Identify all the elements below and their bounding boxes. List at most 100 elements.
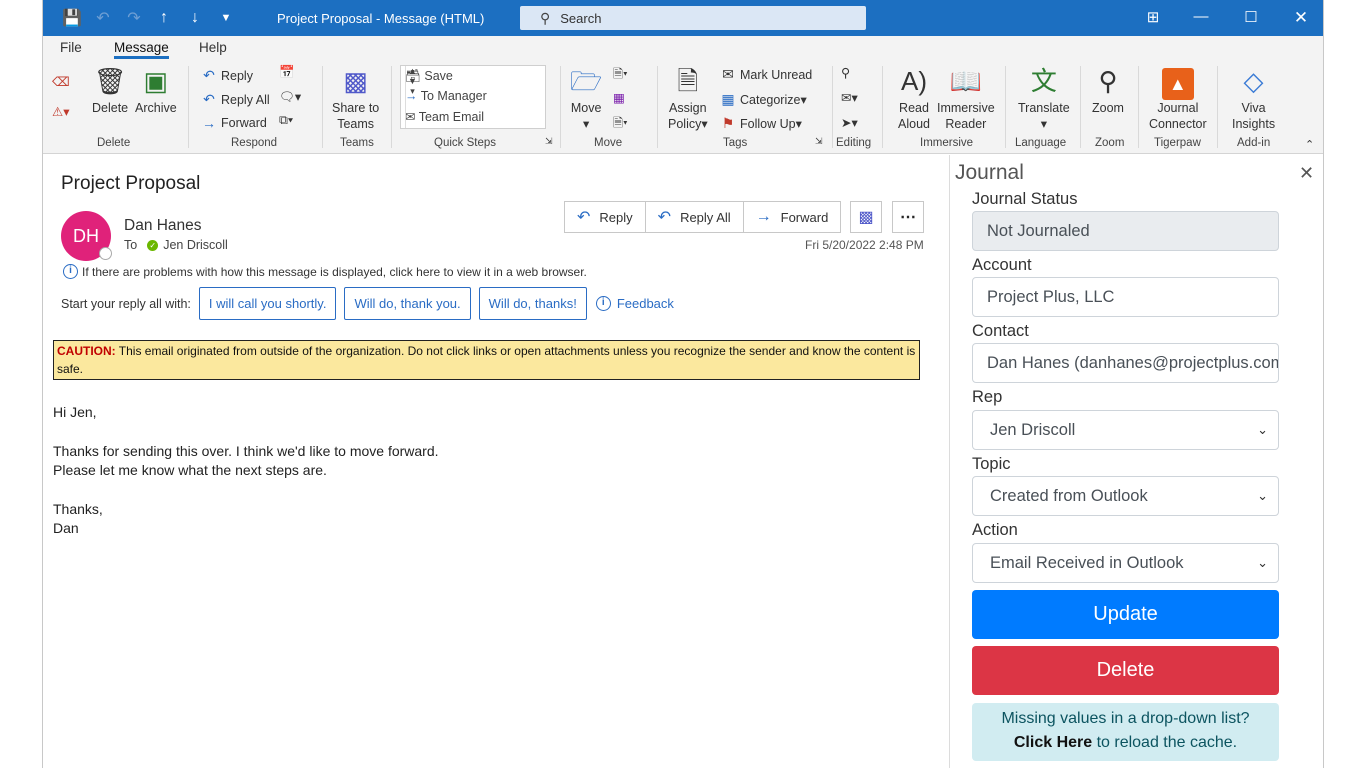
rep-label: Rep xyxy=(972,388,1003,406)
select-icon[interactable]: ➤▾ xyxy=(841,115,858,130)
group-label-tigerpaw: Tigerpaw xyxy=(1154,137,1201,149)
update-button[interactable]: Update xyxy=(972,590,1279,639)
immersive-reader-button[interactable]: 📖 Immersive Reader xyxy=(937,64,995,132)
sender-name[interactable]: Dan Hanes xyxy=(124,217,202,235)
tab-help[interactable]: Help xyxy=(199,40,227,55)
more-respond-icon[interactable]: ⧉▾ xyxy=(279,113,293,128)
suggested-reply-2[interactable]: Will do, thank you. xyxy=(344,287,471,320)
move-button[interactable]: 🗁 Move ▾ xyxy=(570,64,602,132)
group-label-tags: Tags xyxy=(723,137,748,149)
collapse-ribbon-icon[interactable]: ⌃ xyxy=(1305,138,1314,151)
topic-select[interactable]: Created from Outlook ⌄ xyxy=(972,476,1279,516)
forward-button[interactable]: → Forward xyxy=(200,115,267,131)
ignore-icon[interactable]: ⌫ xyxy=(52,74,70,89)
cache-message-rest: to reload the cache. xyxy=(1092,734,1238,751)
reply-action-button[interactable]: ↶ Reply xyxy=(565,202,646,232)
body-line xyxy=(53,422,439,441)
ribbon-tabs: File Message Help xyxy=(43,36,1323,60)
reload-cache-link[interactable]: Click Here xyxy=(1014,734,1092,751)
rules-icon[interactable]: 🗎▾ xyxy=(613,65,628,86)
suggested-reply-3[interactable]: Will do, thanks! xyxy=(478,287,587,320)
feedback-link[interactable]: i Feedback xyxy=(595,296,674,311)
undo-icon[interactable]: ↶ xyxy=(91,7,115,29)
junk-icon[interactable]: ⚠▾ xyxy=(52,104,69,119)
teams-icon: ▩ xyxy=(343,66,368,96)
display-info-bar[interactable]: i If there are problems with how this me… xyxy=(63,264,587,279)
body-line: Thanks for sending this over. I think we… xyxy=(53,442,439,459)
actions-icon[interactable]: 🗎▾ xyxy=(613,114,628,135)
topic-label: Topic xyxy=(972,455,1011,473)
recipient-line: To ✓ Jen Driscoll xyxy=(124,238,228,252)
immersive-reader-icon: 📖 xyxy=(949,66,983,96)
reply-all-icon: ↶ xyxy=(203,91,215,107)
body-line: Please let me know what the next steps a… xyxy=(53,462,327,479)
recipient-name[interactable]: Jen Driscoll xyxy=(163,238,228,252)
ribbon-display-options-icon[interactable]: ⊞ xyxy=(1138,8,1168,28)
ellipsis-icon: ⋯ xyxy=(900,209,916,226)
journal-connector-button[interactable]: ▲ Journal Connector xyxy=(1149,64,1207,132)
group-label-addin: Add-in xyxy=(1237,137,1271,149)
move-folder-icon: 🗁 xyxy=(570,66,603,96)
reply-all-action-button[interactable]: ↶ Reply All xyxy=(646,202,744,232)
contact-field[interactable]: Dan Hanes (danhanes@projectplus.com) xyxy=(972,343,1279,383)
journal-addin-pane: Journal ✕ Journal Status Not Journaled A… xyxy=(949,155,1323,768)
viva-insights-button[interactable]: ◇ Viva Insights xyxy=(1232,64,1275,132)
delete-button[interactable]: 🗑 Delete xyxy=(92,64,128,116)
save-icon[interactable]: 💾 xyxy=(60,7,84,29)
tigerpaw-icon: ▲ xyxy=(1149,64,1207,100)
translate-button[interactable]: 文 Translate ▾ xyxy=(1018,64,1070,132)
body-line: Thanks, xyxy=(53,501,103,518)
dialog-launcher-icon[interactable]: ⇲ xyxy=(545,136,553,147)
im-reply-icon[interactable]: 🗨▾ xyxy=(279,89,301,105)
window-title: Project Proposal - Message (HTML) xyxy=(277,11,485,26)
share-to-teams-button[interactable]: ▩ Share to Teams xyxy=(332,64,379,132)
reply-button[interactable]: ↶ Reply xyxy=(200,67,253,84)
quick-steps-gallery[interactable]: 🗃 Save → To Manager ✉ Team Email ▲ ▼ ▾ xyxy=(400,65,546,129)
onenote-icon[interactable]: ▦ xyxy=(613,90,625,105)
archive-button[interactable]: ▣ Archive xyxy=(135,64,177,116)
quick-steps-scroll[interactable]: ▲ ▼ ▾ xyxy=(405,66,419,128)
message-datetime: Fri 5/20/2022 2:48 PM xyxy=(805,238,924,252)
redo-icon[interactable]: ↷ xyxy=(122,7,146,29)
maximize-icon[interactable]: ☐ xyxy=(1236,8,1266,28)
follow-up-button[interactable]: ⚑ Follow Up ▾ xyxy=(719,115,802,132)
forward-action-button[interactable]: → Forward xyxy=(744,202,841,232)
policy-icon: 🗎 xyxy=(677,66,699,96)
forward-icon: → xyxy=(755,208,772,225)
account-field[interactable]: Project Plus, LLC xyxy=(972,277,1279,317)
mark-unread-button[interactable]: ✉ Mark Unread xyxy=(719,66,812,83)
rep-select[interactable]: Jen Driscoll ⌄ xyxy=(972,410,1279,450)
action-select[interactable]: Email Received in Outlook ⌄ xyxy=(972,543,1279,583)
close-window-icon[interactable]: ✕ xyxy=(1286,8,1316,28)
meeting-icon[interactable]: 📅 xyxy=(279,65,295,80)
tags-dialog-launcher-icon[interactable]: ⇲ xyxy=(815,136,823,147)
read-aloud-button[interactable]: A) Read Aloud xyxy=(898,64,930,132)
separator xyxy=(832,66,833,148)
previous-item-icon[interactable]: ↑ xyxy=(152,7,176,29)
categorize-button[interactable]: ▦ Categorize ▾ xyxy=(719,91,806,108)
minimize-icon[interactable]: — xyxy=(1186,8,1216,28)
delete-journal-button[interactable]: Delete xyxy=(972,646,1279,695)
zoom-button[interactable]: ⚲ Zoom xyxy=(1092,64,1124,116)
reply-icon: ↶ xyxy=(577,209,591,226)
related-icon[interactable]: ✉▾ xyxy=(841,90,858,105)
search-icon: ⚲ xyxy=(540,9,551,26)
next-item-icon[interactable]: ↓ xyxy=(183,7,207,29)
teams-chat-button[interactable]: ▩ xyxy=(850,201,882,233)
trash-icon: 🗑 xyxy=(93,66,127,96)
tab-file[interactable]: File xyxy=(60,40,82,55)
account-label: Account xyxy=(972,256,1032,274)
assign-policy-button[interactable]: 🗎 Assign Policy▾ xyxy=(668,64,708,132)
journal-status-label: Journal Status xyxy=(972,190,1078,208)
presence-indicator xyxy=(99,247,112,260)
suggested-reply-1[interactable]: I will call you shortly. xyxy=(198,287,337,320)
reply-all-button[interactable]: ↶ Reply All xyxy=(200,91,270,108)
tab-message[interactable]: Message xyxy=(114,40,169,59)
more-actions-button[interactable]: ⋯ xyxy=(892,201,924,233)
search-placeholder: Search xyxy=(560,10,602,26)
find-icon[interactable]: ⚲ xyxy=(841,65,850,80)
customize-qat-icon[interactable]: ▼ xyxy=(214,7,238,29)
close-pane-icon[interactable]: ✕ xyxy=(1299,163,1314,184)
reading-pane: Project Proposal DH Dan Hanes To ✓ Jen D… xyxy=(43,155,949,768)
search-box[interactable]: ⚲ Search xyxy=(520,6,866,30)
